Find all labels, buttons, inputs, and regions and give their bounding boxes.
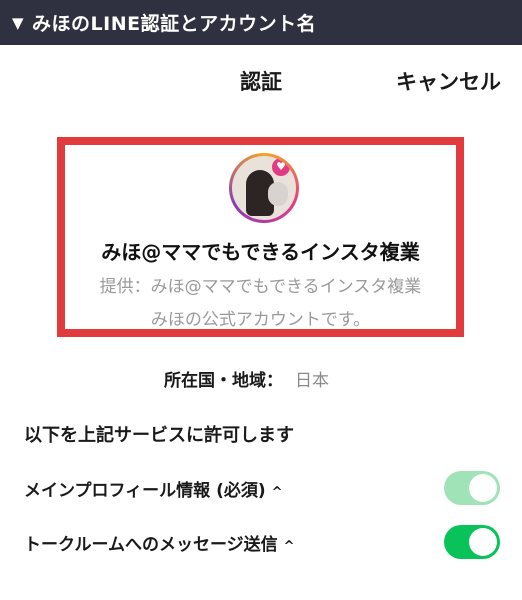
avatar-photo: ♥ — [232, 156, 296, 220]
section-header[interactable]: ▼ みほのLINE認証とアカウント名 — [0, 0, 522, 45]
permission-label[interactable]: トークルームへのメッセージ送信 ^ — [24, 530, 295, 555]
permission-row-messaging: トークルームへのメッセージ送信 ^ — [24, 522, 504, 562]
permission-row-profile: メインプロフィール情報 (必須) ^ — [24, 468, 504, 508]
cancel-button[interactable]: キャンセル — [396, 66, 501, 96]
auth-title: 認証 — [240, 70, 282, 94]
account-avatar: ♥ — [229, 153, 299, 223]
account-card-highlight: ♥ みほ@ママでもできるインスタ複業 提供：みほ@ママでもできるインスタ複業 み… — [57, 137, 464, 337]
permission-label-text: メインプロフィール情報 (必須) — [24, 481, 266, 501]
chevron-up-icon[interactable]: ^ — [284, 539, 295, 554]
section-header-title: みほのLINE認証とアカウント名 — [32, 13, 317, 35]
chevron-up-icon[interactable]: ^ — [272, 485, 283, 500]
collapse-triangle-icon: ▼ — [12, 13, 25, 32]
region-row: 所在国・地域： 日本 — [164, 366, 329, 391]
toggle-knob — [469, 474, 497, 502]
heart-icon: ♥ — [272, 158, 290, 176]
account-name: みほ@ママでもできるインスタ複業 — [101, 240, 420, 264]
account-provider: 提供：みほ@ママでもできるインスタ複業 — [99, 277, 422, 297]
avatar-baby-shape — [268, 182, 288, 206]
region-label: 所在国・地域： — [164, 371, 283, 391]
profile-toggle — [444, 471, 500, 505]
messaging-toggle[interactable] — [444, 525, 500, 559]
toggle-knob — [469, 528, 497, 556]
region-value: 日本 — [295, 371, 329, 391]
account-description: みほの公式アカウントです。 — [150, 310, 371, 330]
permission-label[interactable]: メインプロフィール情報 (必須) ^ — [24, 476, 283, 501]
permission-heading: 以下を上記サービスに許可します — [24, 425, 294, 446]
permission-label-text: トークルームへのメッセージ送信 — [24, 535, 278, 555]
